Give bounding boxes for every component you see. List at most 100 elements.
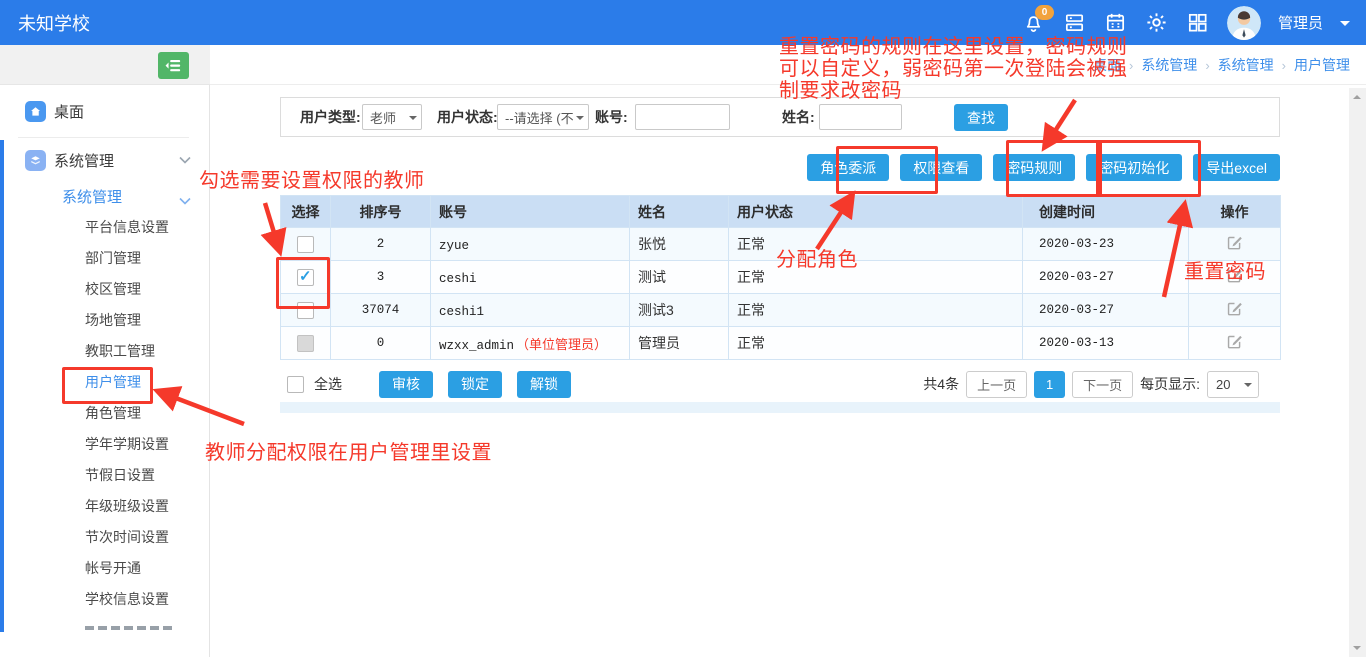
toolbar-buttons: 审核锁定解锁 bbox=[379, 371, 571, 398]
scroll-up-arrow-icon[interactable] bbox=[1353, 95, 1361, 99]
next-page-button[interactable]: 下一页 bbox=[1072, 371, 1133, 398]
filter-bar: 用户类型: 老师 用户状态: --请选择 (不 账号: 姓名: 查找 bbox=[280, 97, 1280, 137]
edit-icon[interactable] bbox=[1226, 300, 1243, 317]
table-row: 37074ceshi1测试3正常2020-03-27 bbox=[281, 294, 1281, 327]
cell-status: 正常 bbox=[729, 327, 1023, 360]
breadcrumb-separator: › bbox=[1205, 58, 1209, 73]
sidebar-item[interactable]: 学校信息设置 bbox=[0, 584, 208, 615]
name-input[interactable] bbox=[819, 104, 902, 130]
user-type-label: 用户类型: bbox=[300, 98, 361, 136]
sidebar-menu-system[interactable]: 系统管理 bbox=[0, 142, 209, 178]
action-button[interactable]: 导出excel bbox=[1193, 154, 1280, 181]
sidebar-item[interactable]: 节假日设置 bbox=[0, 460, 208, 491]
select-caret-icon bbox=[576, 116, 584, 124]
cell-status: 正常 bbox=[729, 294, 1023, 327]
select-all-label: 全选 bbox=[314, 374, 342, 394]
collapse-menu-icon bbox=[164, 56, 183, 75]
sidebar-item[interactable]: 校区管理 bbox=[0, 274, 208, 305]
cell-created: 2020-03-27 bbox=[1023, 261, 1189, 294]
sidebar-item[interactable]: 平台信息设置 bbox=[0, 212, 208, 243]
action-buttons: 角色委派权限查看密码规则密码初始化导出excel bbox=[280, 154, 1280, 181]
action-button[interactable]: 密码初始化 bbox=[1086, 154, 1182, 181]
current-page[interactable]: 1 bbox=[1034, 371, 1065, 398]
sidebar-item[interactable]: 角色管理 bbox=[0, 398, 208, 429]
toolbar-button[interactable]: 锁定 bbox=[448, 371, 502, 398]
account-input[interactable] bbox=[635, 104, 730, 130]
home-icon bbox=[25, 101, 46, 122]
breadcrumb-item[interactable]: 系统管理 bbox=[1141, 55, 1197, 75]
user-status-select[interactable]: --请选择 (不 bbox=[497, 104, 589, 130]
cell-account: ceshi bbox=[431, 261, 630, 294]
column-header: 操作 bbox=[1189, 196, 1281, 228]
column-header: 姓名 bbox=[630, 196, 729, 228]
server-icon[interactable] bbox=[1063, 11, 1087, 35]
user-type-select[interactable]: 老师 bbox=[362, 104, 422, 130]
sidebar-item[interactable]: 教职工管理 bbox=[0, 336, 208, 367]
search-button[interactable]: 查找 bbox=[954, 104, 1008, 131]
sidebar-item[interactable]: 帐号开通 bbox=[0, 553, 208, 584]
sidebar-item[interactable]: 节次时间设置 bbox=[0, 522, 208, 553]
sidebar-item[interactable]: 年级班级设置 bbox=[0, 491, 208, 522]
column-header: 账号 bbox=[431, 196, 630, 228]
sidebar-submenu-system[interactable]: 系统管理 bbox=[62, 181, 122, 211]
cell-created: 2020-03-27 bbox=[1023, 294, 1189, 327]
user-table-wrap: 选择排序号账号姓名用户状态创建时间操作 2zyue张悦正常2020-03-233… bbox=[280, 195, 1280, 360]
action-button[interactable]: 权限查看 bbox=[900, 154, 982, 181]
breadcrumb-separator: › bbox=[1129, 58, 1133, 73]
sidebar-menu-label: 系统管理 bbox=[54, 150, 114, 171]
cell-created: 2020-03-13 bbox=[1023, 327, 1189, 360]
sidebar-item-desktop[interactable]: 桌面 bbox=[0, 93, 209, 129]
page-scrollbar[interactable] bbox=[1349, 88, 1366, 657]
cell-order: 0 bbox=[331, 327, 431, 360]
annotation-assign-role: 分配角色 bbox=[776, 249, 858, 271]
annotation-reset-password: 重置密码 bbox=[1184, 261, 1266, 283]
sidebar-divider bbox=[18, 137, 189, 138]
user-menu[interactable]: 管理员 bbox=[1278, 12, 1323, 33]
column-header: 创建时间 bbox=[1023, 196, 1189, 228]
breadcrumb-item[interactable]: 用户管理 bbox=[1294, 55, 1350, 75]
app-header: 未知学校 0 管理员 bbox=[0, 0, 1366, 45]
cell-name: 管理员 bbox=[630, 327, 729, 360]
toolbar-button[interactable]: 解锁 bbox=[517, 371, 571, 398]
name-label: 姓名: bbox=[782, 98, 815, 136]
sidebar-submenu: 平台信息设置部门管理校区管理场地管理教职工管理用户管理角色管理学年学期设置节假日… bbox=[0, 212, 208, 615]
edit-icon[interactable] bbox=[1226, 333, 1243, 350]
cell-name: 张悦 bbox=[630, 228, 729, 261]
gear-icon[interactable] bbox=[1145, 11, 1169, 35]
action-button[interactable]: 密码规则 bbox=[993, 154, 1075, 181]
column-header: 排序号 bbox=[331, 196, 431, 228]
cell-account: wzxx_admin（单位管理员） bbox=[431, 327, 630, 360]
caret-down-icon[interactable] bbox=[1340, 21, 1350, 31]
sidebar: 桌面 系统管理 系统管理 平台信息设置部门管理校区管理场地管理教职工管理用户管理… bbox=[0, 85, 210, 632]
user-table: 选择排序号账号姓名用户状态创建时间操作 2zyue张悦正常2020-03-233… bbox=[280, 195, 1281, 360]
calendar-icon[interactable] bbox=[1104, 11, 1128, 35]
account-label: 账号: bbox=[595, 98, 628, 136]
sidebar-item[interactable]: 场地管理 bbox=[0, 305, 208, 336]
edit-icon[interactable] bbox=[1226, 234, 1243, 251]
scroll-down-arrow-icon[interactable] bbox=[1353, 646, 1361, 650]
row-checkbox[interactable] bbox=[297, 236, 314, 253]
sidebar-item-partial[interactable] bbox=[85, 626, 173, 630]
row-checkbox[interactable] bbox=[297, 269, 314, 286]
select-caret-icon bbox=[409, 116, 417, 124]
sidebar-item[interactable]: 学年学期设置 bbox=[0, 429, 208, 460]
select-all-checkbox[interactable] bbox=[287, 376, 304, 393]
cell-order: 37074 bbox=[331, 294, 431, 327]
chevron-down-icon bbox=[179, 151, 191, 169]
row-checkbox[interactable] bbox=[297, 302, 314, 319]
sidebar-item[interactable]: 用户管理 bbox=[0, 367, 208, 398]
cell-status: 正常 bbox=[729, 261, 1023, 294]
select-caret-icon bbox=[1244, 383, 1252, 391]
collapse-menu-button[interactable] bbox=[158, 52, 189, 79]
column-header: 用户状态 bbox=[729, 196, 1023, 228]
toolbar-button[interactable]: 审核 bbox=[379, 371, 433, 398]
breadcrumb-item[interactable]: 系统管理 bbox=[1218, 55, 1274, 75]
table-row: 0wzxx_admin（单位管理员）管理员正常2020-03-13 bbox=[281, 327, 1281, 360]
per-page-select[interactable]: 20 bbox=[1207, 371, 1259, 398]
grid-icon[interactable] bbox=[1186, 11, 1210, 35]
avatar[interactable] bbox=[1227, 6, 1261, 40]
prev-page-button[interactable]: 上一页 bbox=[966, 371, 1027, 398]
sidebar-item[interactable]: 部门管理 bbox=[0, 243, 208, 274]
bell-icon[interactable]: 0 bbox=[1022, 11, 1046, 35]
action-button[interactable]: 角色委派 bbox=[807, 154, 889, 181]
